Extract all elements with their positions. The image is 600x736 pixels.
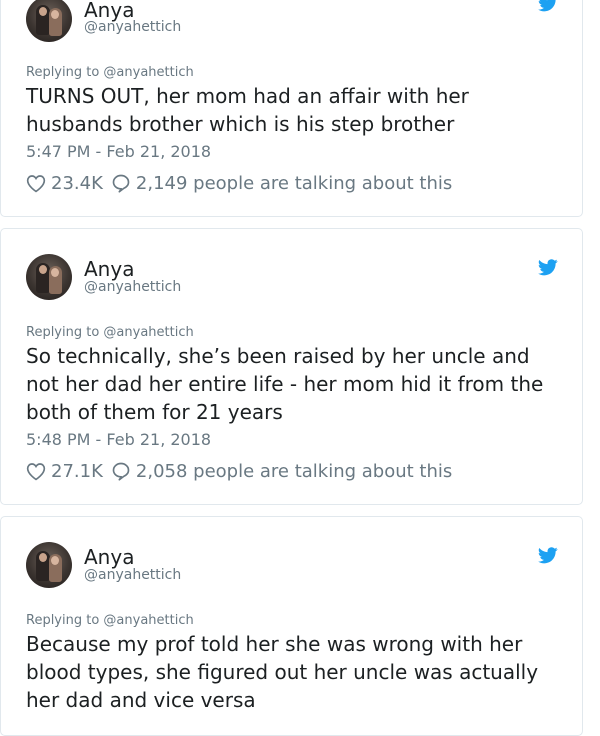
talking-count[interactable]: 2,149 people are talking about this: [136, 173, 452, 194]
tweet-card[interactable]: Anya @anyahettich Replying to @anyahetti…: [0, 0, 583, 217]
like-count[interactable]: 27.1K: [51, 461, 103, 482]
twitter-bird-icon[interactable]: [538, 0, 558, 12]
speech-bubble-icon[interactable]: [111, 461, 131, 481]
reply-context[interactable]: Replying to @anyahettich: [26, 613, 194, 628]
reply-context[interactable]: Replying to @anyahettich: [26, 325, 194, 340]
heart-icon[interactable]: [26, 174, 46, 193]
author-handle[interactable]: @anyahettich: [84, 19, 181, 35]
tweet-timestamp[interactable]: 5:47 PM - Feb 21, 2018: [26, 142, 211, 161]
author-name[interactable]: Anya: [84, 545, 134, 569]
tweet-text: So technically, she’s been raised by her…: [26, 344, 544, 424]
tweet-card[interactable]: Anya @anyahettich Replying to @anyahetti…: [0, 516, 583, 736]
talking-count[interactable]: 2,058 people are talking about this: [136, 461, 452, 482]
heart-icon[interactable]: [26, 462, 46, 481]
tweet-timestamp[interactable]: 5:48 PM - Feb 21, 2018: [26, 430, 211, 449]
tweet-text: TURNS OUT, her mom had an affair with he…: [26, 84, 469, 136]
author-handle[interactable]: @anyahettich: [84, 567, 181, 583]
author-name[interactable]: Anya: [84, 257, 134, 281]
twitter-bird-icon[interactable]: [538, 547, 558, 564]
twitter-bird-icon[interactable]: [538, 259, 558, 276]
reply-context[interactable]: Replying to @anyahettich: [26, 65, 194, 80]
author-handle[interactable]: @anyahettich: [84, 279, 181, 295]
like-count[interactable]: 23.4K: [51, 173, 103, 194]
tweet-actions: 23.4K 2,149 people are talking about thi…: [26, 171, 452, 195]
tweet-text: Because my prof told her she was wrong w…: [26, 632, 539, 712]
tweet-actions: 27.1K 2,058 people are talking about thi…: [26, 459, 452, 483]
speech-bubble-icon[interactable]: [111, 173, 131, 193]
avatar[interactable]: [26, 254, 72, 300]
avatar[interactable]: [26, 542, 72, 588]
tweet-card[interactable]: Anya @anyahettich Replying to @anyahetti…: [0, 228, 583, 505]
avatar[interactable]: [26, 0, 72, 42]
